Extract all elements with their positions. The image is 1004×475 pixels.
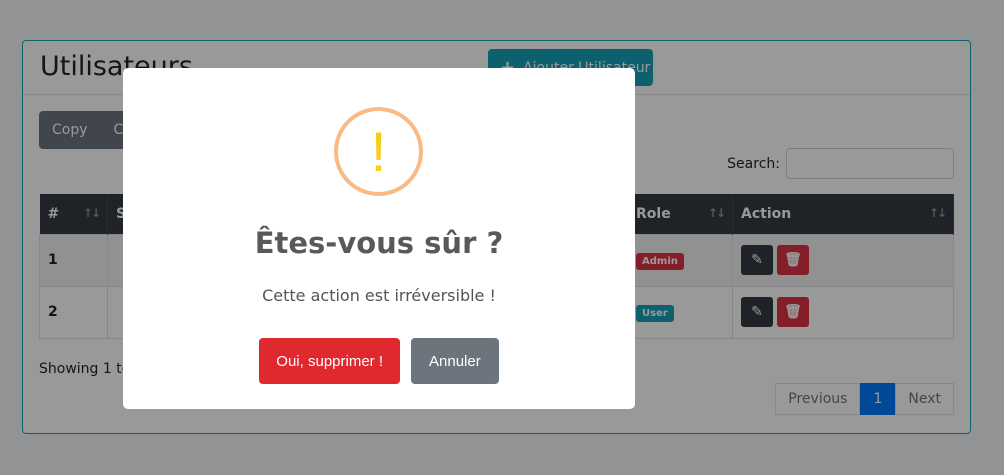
dialog-text: Cette action est irréversible ! [262,286,496,305]
confirm-delete-button[interactable]: Oui, supprimer ! [259,338,400,384]
exclamation-icon: ! [370,119,387,183]
warning-icon: ! [334,107,423,196]
dialog-actions: Oui, supprimer ! Annuler [123,338,635,384]
dialog-title: Êtes-vous sûr ? [254,226,504,260]
cancel-button[interactable]: Annuler [411,338,499,384]
confirm-dialog: ! Êtes-vous sûr ? Cette action est irrév… [123,68,635,409]
